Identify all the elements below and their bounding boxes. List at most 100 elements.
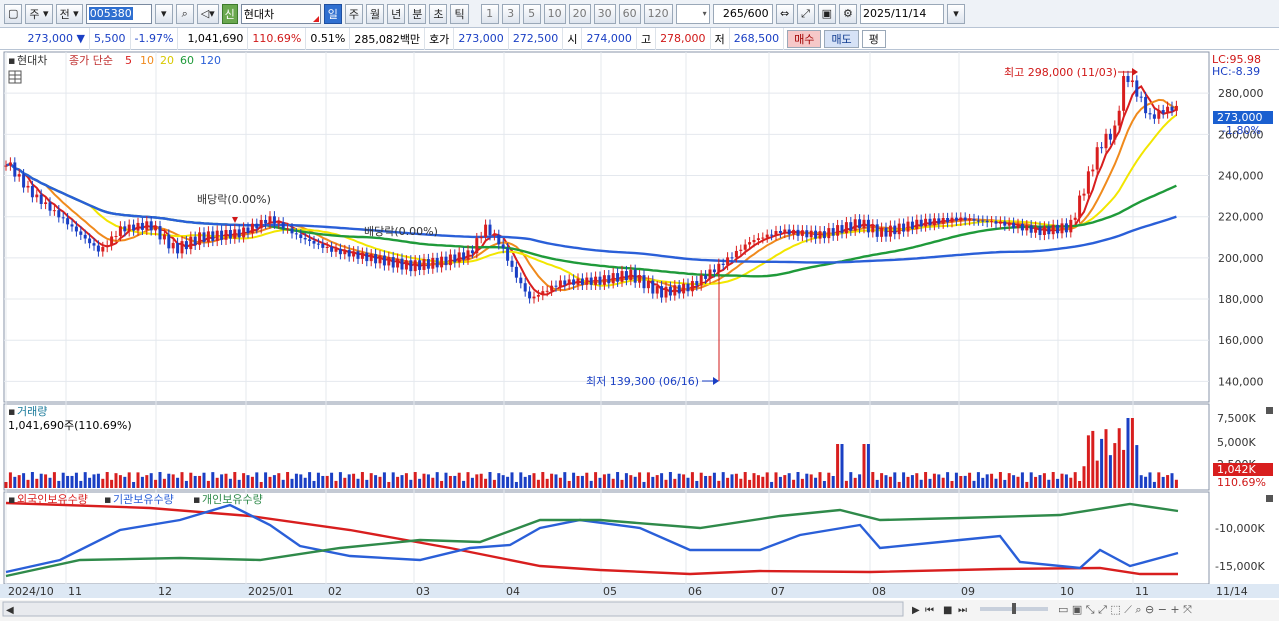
- candle-body: [1157, 110, 1161, 119]
- minute-option-30[interactable]: 30: [593, 3, 616, 24]
- candle-body: [369, 254, 373, 262]
- minute-option-1[interactable]: 1: [480, 3, 499, 24]
- speaker-icon[interactable]: ◁▾: [196, 3, 219, 24]
- candle-body: [739, 249, 743, 251]
- holdings-panel-close-icon[interactable]: [1266, 495, 1273, 502]
- date-dropdown-icon[interactable]: ▾: [946, 3, 965, 24]
- candle-body: [426, 259, 430, 269]
- volume-bar: [453, 475, 457, 488]
- tool-icons[interactable]: ▭ ▣ ⤡ ⤢ ⬚ ⟋ ⌕ ⊖ − + ⤧: [1058, 603, 1192, 616]
- x-axis-label: 04: [506, 585, 520, 598]
- timeframe-second[interactable]: 초: [429, 3, 448, 24]
- timeframe-month[interactable]: 월: [365, 3, 385, 24]
- save-icon[interactable]: ▣: [817, 3, 836, 24]
- timeframe-tick[interactable]: 틱: [450, 3, 469, 24]
- volume-bar: [638, 472, 642, 488]
- candle-body: [831, 228, 835, 236]
- zoom-slider-handle[interactable]: [1012, 603, 1016, 614]
- candle-body: [959, 217, 963, 221]
- candle-body: [853, 219, 857, 231]
- market-select[interactable]: 주 ▾: [25, 3, 53, 24]
- candle-body: [651, 280, 655, 294]
- volume-bar: [572, 472, 576, 488]
- expand-icon[interactable]: ⤢: [796, 3, 815, 24]
- low-annotation: 최저 139,300 (06/16): [586, 375, 699, 388]
- candle-body: [862, 219, 866, 229]
- scroll-end-icon[interactable]: ⏭: [958, 605, 967, 616]
- minute-option-60[interactable]: 60: [618, 3, 641, 24]
- horizontal-scrollbar[interactable]: [2, 601, 904, 617]
- volume-bar: [994, 478, 998, 488]
- gear-icon[interactable]: ⚙: [838, 3, 857, 24]
- buy-button[interactable]: 매수: [787, 29, 822, 48]
- volume-bar: [1064, 474, 1068, 488]
- candle-body: [171, 242, 175, 249]
- stock-name-field[interactable]: 현대차: [240, 3, 321, 24]
- volume-bar: [426, 474, 430, 488]
- volume-bar: [739, 478, 743, 488]
- search-icon[interactable]: ⌕: [175, 3, 194, 24]
- scroll-left-icon[interactable]: ◀: [6, 605, 14, 616]
- candle-body: [721, 263, 725, 265]
- minute-option-5[interactable]: 5: [522, 3, 541, 24]
- volume-bar: [242, 473, 246, 488]
- candle-body: [1130, 80, 1134, 83]
- volume-bar: [400, 475, 404, 488]
- candle-body: [981, 220, 985, 222]
- date-field[interactable]: 2025/11/14: [859, 3, 944, 24]
- scroll-begin-icon[interactable]: ⏮: [925, 605, 934, 616]
- volume-bar: [198, 475, 202, 488]
- period-type-select[interactable]: 전 ▾: [55, 3, 83, 24]
- volume-bar: [1051, 472, 1055, 488]
- volume-bar: [360, 472, 364, 488]
- volume-bar: [484, 478, 488, 488]
- volume-bar: [677, 473, 681, 488]
- candle-body: [919, 219, 923, 227]
- minute-option-120[interactable]: 120: [643, 3, 673, 24]
- volume-bar: [1174, 479, 1178, 488]
- candle-body: [924, 218, 928, 227]
- candle-body: [1047, 226, 1051, 235]
- minute-option-10[interactable]: 10: [543, 3, 566, 24]
- flat-button[interactable]: 평: [861, 29, 886, 48]
- timeframe-week[interactable]: 주: [344, 3, 363, 24]
- volume-bar: [4, 482, 8, 488]
- arrows-icon[interactable]: ⇔: [775, 3, 794, 24]
- x-axis-label: 11: [68, 585, 82, 598]
- ask-price: 273,000: [454, 27, 509, 50]
- candle-body: [39, 194, 43, 204]
- stock-code-input[interactable]: 005380: [85, 3, 152, 24]
- timeframe-minute[interactable]: 분: [408, 3, 427, 24]
- stop-icon[interactable]: ■: [943, 605, 952, 616]
- x-axis-end-label: 11/14: [1216, 585, 1248, 598]
- chart-area[interactable]: ▪ 현대차 종가 단순 5 10 20 60 120 LC:95.98 HC:-…: [0, 50, 1279, 621]
- candle-body: [96, 245, 100, 252]
- data-count-field[interactable]: 265/600: [712, 3, 773, 24]
- volume-panel-title: 거래량: [17, 405, 47, 418]
- candle-body: [422, 259, 426, 270]
- timeframe-day[interactable]: 일: [323, 3, 342, 24]
- volume-panel-close-icon[interactable]: [1266, 407, 1273, 414]
- timeframe-year[interactable]: 년: [387, 3, 406, 24]
- minute-option-20[interactable]: 20: [568, 3, 591, 24]
- candle-body: [743, 244, 747, 250]
- volume-bar: [334, 480, 338, 488]
- minute-option-3[interactable]: 3: [501, 3, 520, 24]
- candle-body: [35, 194, 39, 198]
- volume-bar: [792, 479, 796, 488]
- minute-custom-select[interactable]: ▾: [675, 3, 710, 24]
- candle-body: [1016, 223, 1020, 229]
- candle-body: [734, 250, 738, 258]
- volume-bar: [1069, 477, 1073, 488]
- volume-bar: [1020, 472, 1024, 488]
- svg-text:▪: ▪: [104, 493, 111, 506]
- sell-button[interactable]: 매도: [824, 29, 859, 48]
- code-dropdown-icon[interactable]: ▾: [154, 3, 173, 24]
- scroll-right-icon[interactable]: ▶: [912, 605, 920, 616]
- volume-bar: [1029, 472, 1033, 488]
- volume-tick-7500: 7,500K: [1217, 412, 1256, 425]
- volume-bar: [462, 480, 466, 488]
- volume-bar: [330, 472, 334, 488]
- layout-icon[interactable]: ▢: [4, 3, 23, 24]
- volume-bar: [193, 475, 197, 488]
